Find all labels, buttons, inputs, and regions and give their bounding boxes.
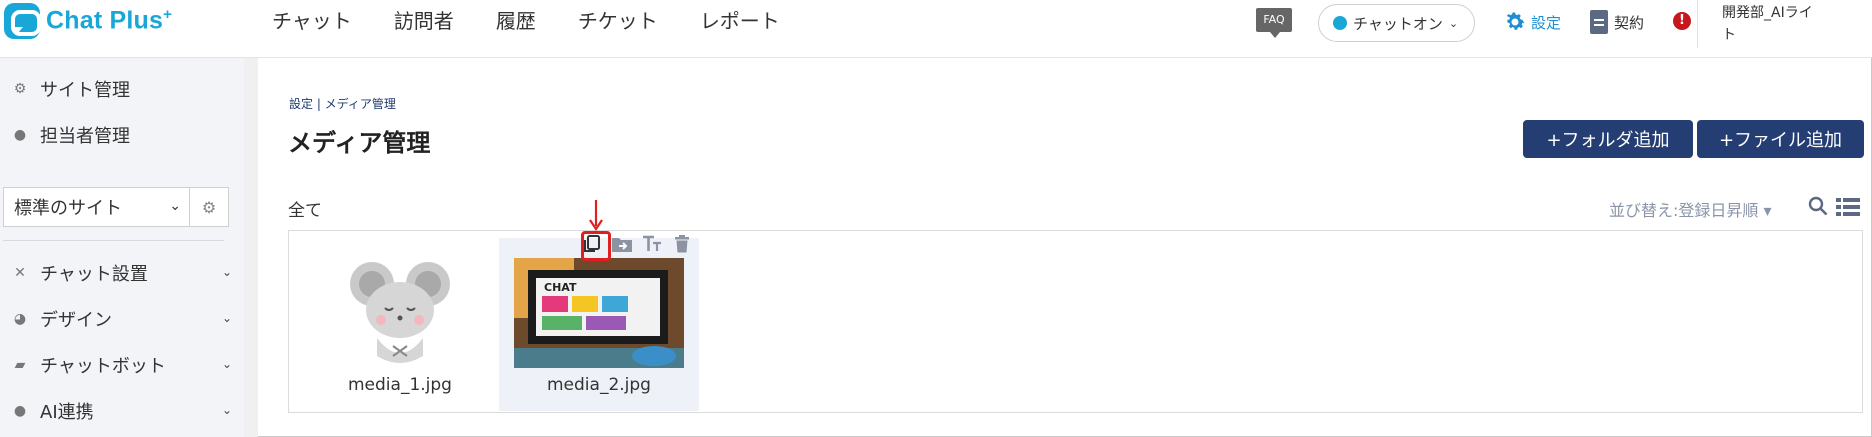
top-header: Chat Plus+ チャット 訪問者 履歴 チケット レポート FAQ チャッ… (0, 0, 1872, 58)
nav-visitors[interactable]: 訪問者 (394, 6, 454, 36)
logo-text: Chat Plus+ (46, 6, 173, 35)
gears-icon: ⚙ (13, 81, 27, 97)
chat-status-label: チャットオン (1353, 14, 1443, 33)
nav-reports[interactable]: レポート (700, 6, 780, 36)
main-nav: チャット 訪問者 履歴 チケット レポート (272, 6, 822, 36)
ai-icon: ● (13, 403, 27, 419)
online-dot-icon (1333, 16, 1347, 30)
delete-button[interactable] (670, 232, 694, 256)
site-select[interactable]: 標準のサイト ⌄ (3, 187, 190, 227)
add-folder-button[interactable]: +フォルダ追加 (1523, 120, 1693, 158)
trash-icon (675, 235, 689, 253)
sidebar-item-label: デザイン (40, 310, 112, 331)
site-settings-button[interactable]: ⚙ (190, 187, 229, 227)
chevron-down-icon: ⌄ (1448, 16, 1459, 30)
sort-label: 並び替え:登録日昇順 (1609, 201, 1759, 220)
user-name-line2: ト (1722, 27, 1736, 43)
faq-icon[interactable]: FAQ (1256, 8, 1292, 38)
nav-history[interactable]: 履歴 (496, 6, 536, 36)
thumb-caption: CHAT (544, 281, 577, 294)
media-file-name: media_2.jpg (547, 375, 651, 395)
chat-status-dropdown[interactable]: チャットオン ⌄ (1318, 4, 1475, 42)
user-name-line1: 開発部_AIライ (1722, 5, 1813, 21)
search-icon[interactable] (1808, 196, 1828, 216)
folder-label: 全て (288, 201, 322, 221)
sidebar-item-label: AI連携 (40, 402, 94, 423)
sidebar-item-label: 担当者管理 (40, 126, 130, 147)
move-folder-button[interactable] (610, 232, 634, 256)
chevron-down-icon: ⌄ (221, 403, 232, 417)
media-file-name: media_1.jpg (348, 375, 452, 395)
users-icon: ● (13, 127, 27, 143)
chevron-down-icon: ⌄ (221, 357, 232, 371)
tools-icon: ✕ (14, 265, 26, 281)
media-card-selected[interactable]: CHAT media_2.jpg (499, 238, 699, 411)
copy-highlight-box (581, 231, 611, 261)
chat-bubble-icon: ▰ (14, 357, 26, 373)
alert-icon[interactable]: ! (1673, 12, 1691, 30)
sidebar-item-label: チャット設置 (40, 264, 148, 285)
chat-image-thumbnail: CHAT (514, 258, 684, 368)
chevron-down-icon: ⌄ (221, 265, 232, 279)
sidebar-divider (3, 240, 224, 241)
media-card[interactable]: media_1.jpg (300, 238, 500, 411)
nav-tickets[interactable]: チケット (578, 6, 658, 36)
add-file-button[interactable]: +ファイル追加 (1697, 120, 1864, 158)
settings-link[interactable]: 設定 (1503, 10, 1561, 34)
sidebar-item-chatbot[interactable]: ▰ チャットボット ⌄ (0, 345, 244, 385)
site-select-value: 標準のサイト (14, 198, 122, 219)
nav-chat[interactable]: チャット (272, 6, 352, 36)
sidebar-item-design[interactable]: ◕ デザイン ⌄ (0, 299, 244, 339)
sidebar-item-label: サイト管理 (40, 80, 130, 101)
header-divider (1697, 0, 1698, 48)
palette-icon: ◕ (13, 311, 27, 327)
chevron-down-icon: ⌄ (221, 311, 232, 325)
document-icon (1590, 10, 1608, 34)
contract-label: 契約 (1614, 13, 1645, 32)
chat-logo-icon (4, 3, 41, 39)
user-menu[interactable]: 開発部_AIライ ト (1722, 2, 1862, 46)
caret-down-icon: ▾ (1763, 201, 1772, 220)
arrow-down-icon (589, 200, 603, 231)
gear-icon: ⚙ (201, 197, 217, 217)
list-view-icon[interactable] (1836, 198, 1860, 216)
page-title: メディア管理 (288, 129, 431, 157)
sort-dropdown[interactable]: 並び替え:登録日昇順 ▾ (1609, 197, 1772, 221)
sidebar-scrollbar[interactable] (244, 58, 258, 437)
folder-move-icon (612, 238, 632, 252)
text-icon (643, 235, 661, 251)
rename-button[interactable] (640, 232, 664, 256)
sidebar-item-ai[interactable]: ● AI連携 ⌄ (0, 391, 244, 431)
sidebar-item-label: チャットボット (40, 356, 166, 377)
app-logo[interactable]: Chat Plus+ (4, 3, 172, 39)
contract-link[interactable]: 契約 (1590, 10, 1644, 34)
sidebar-item-site-management[interactable]: ⚙ サイト管理 (0, 69, 244, 109)
sidebar-item-staff-management[interactable]: ● 担当者管理 (0, 115, 244, 155)
gear-icon (1506, 12, 1525, 30)
sidebar-item-chat-install[interactable]: ✕ チャット設置 ⌄ (0, 253, 244, 293)
settings-label: 設定 (1531, 13, 1562, 32)
mouse-thumbnail (350, 262, 450, 363)
breadcrumb[interactable]: 設定 | メディア管理 (289, 95, 396, 112)
chevron-down-icon: ⌄ (169, 198, 181, 214)
